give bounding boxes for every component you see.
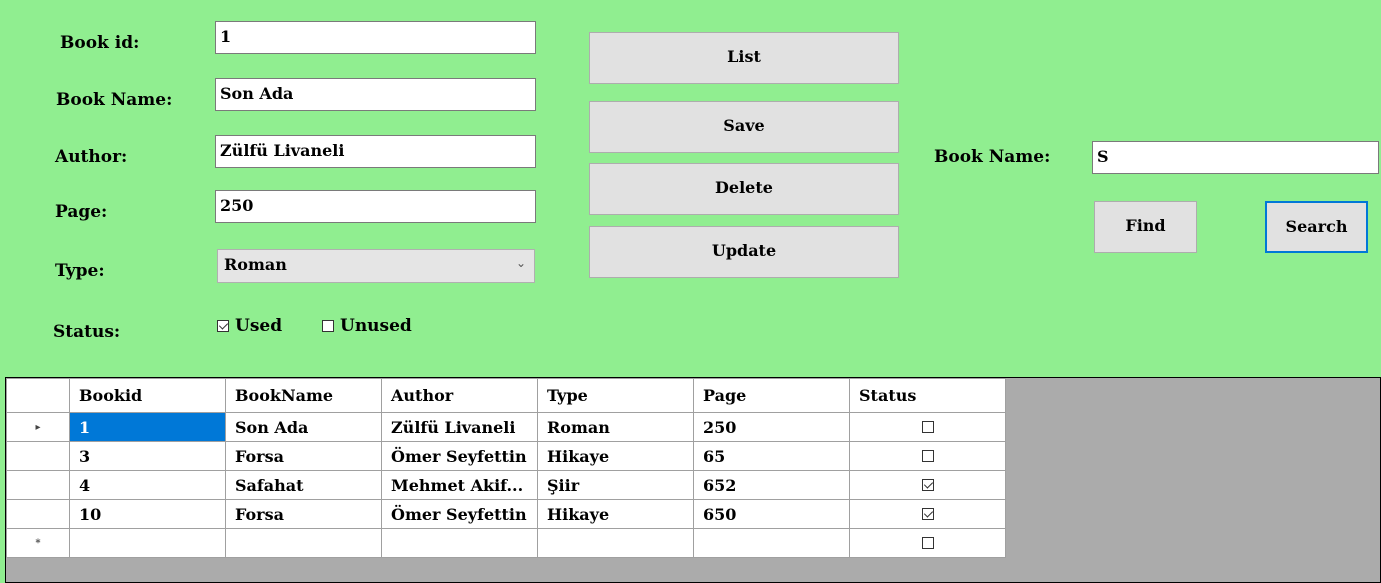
used-checkbox[interactable]: Used [217, 316, 282, 336]
page-label: Page: [55, 202, 108, 222]
cell-type[interactable]: Hikaye [537, 441, 694, 471]
cell-page[interactable]: 650 [693, 499, 850, 529]
cell-page[interactable]: 250 [693, 412, 850, 442]
cell-type[interactable]: Hikaye [537, 499, 694, 529]
new-row-indicator-icon[interactable]: * [6, 528, 70, 558]
cell-author[interactable]: Zülfü Livaneli [381, 412, 538, 442]
status-checkbox[interactable] [921, 449, 934, 462]
cell-bookname[interactable] [225, 528, 382, 558]
cell-type[interactable] [537, 528, 694, 558]
books-table: Bookid BookName Author Type Page Status … [6, 378, 1006, 558]
table-row[interactable]: 10 Forsa Ömer Seyfettin Hikaye 650 [6, 499, 1006, 529]
unused-checkbox-label: Unused [340, 316, 412, 336]
unused-check-icon [322, 320, 334, 332]
status-label: Status: [53, 322, 121, 342]
cell-status[interactable] [849, 441, 1006, 471]
cell-bookid[interactable]: 4 [69, 470, 226, 500]
delete-button-label: Delete [715, 178, 773, 197]
search-button-label: Search [1285, 217, 1348, 236]
current-row-indicator-icon[interactable]: ▸ [6, 412, 70, 442]
book-id-label: Book id: [60, 33, 140, 53]
cell-type[interactable]: Şiir [537, 470, 694, 500]
cell-status[interactable] [849, 470, 1006, 500]
status-checkbox[interactable] [921, 507, 934, 520]
cell-status[interactable] [849, 528, 1006, 558]
cell-bookname[interactable]: Forsa [225, 499, 382, 529]
cell-bookid[interactable]: 10 [69, 499, 226, 529]
find-button-label: Find [1125, 216, 1166, 235]
unused-checkbox[interactable]: Unused [322, 316, 412, 336]
author-field[interactable]: Zülfü Livaneli [215, 135, 536, 168]
type-select-value: Roman [224, 255, 287, 274]
chevron-down-icon: ⌄ [515, 256, 526, 270]
table-row[interactable]: 4 Safahat Mehmet Akif... Şiir 652 [6, 470, 1006, 500]
book-id-field[interactable]: 1 [215, 21, 536, 54]
list-button[interactable]: List [589, 32, 899, 84]
column-header-page[interactable]: Page [693, 378, 850, 413]
cell-author[interactable]: Ömer Seyfettin [381, 441, 538, 471]
cell-bookid[interactable] [69, 528, 226, 558]
cell-bookid[interactable]: 1 [69, 412, 226, 442]
books-grid[interactable]: Bookid BookName Author Type Page Status … [5, 377, 1381, 583]
column-header-bookname[interactable]: BookName [225, 378, 382, 413]
column-header-bookid[interactable]: Bookid [69, 378, 226, 413]
status-checkbox[interactable] [921, 478, 934, 491]
used-checkbox-label: Used [235, 316, 283, 336]
cell-author[interactable]: Ömer Seyfettin [381, 499, 538, 529]
table-row[interactable]: 3 Forsa Ömer Seyfettin Hikaye 65 [6, 441, 1006, 471]
used-check-icon [217, 320, 229, 332]
cell-status[interactable] [849, 412, 1006, 442]
author-label: Author: [55, 147, 128, 167]
row-header[interactable] [6, 441, 70, 471]
cell-status[interactable] [849, 499, 1006, 529]
cell-page[interactable]: 652 [693, 470, 850, 500]
book-name-label: Book Name: [56, 90, 173, 110]
cell-bookname[interactable]: Son Ada [225, 412, 382, 442]
update-button-label: Update [711, 241, 777, 260]
search-input[interactable]: S [1092, 141, 1379, 174]
column-header-type[interactable]: Type [537, 378, 694, 413]
save-button-label: Save [723, 116, 765, 135]
page-field[interactable]: 250 [215, 190, 536, 223]
type-label: Type: [55, 261, 105, 281]
table-row[interactable]: ▸ 1 Son Ada Zülfü Livaneli Roman 250 [6, 412, 1006, 442]
status-checkbox[interactable] [921, 420, 934, 433]
row-header-corner[interactable] [6, 378, 70, 413]
row-header[interactable] [6, 470, 70, 500]
column-header-status[interactable]: Status [849, 378, 1006, 413]
list-button-label: List [727, 47, 761, 66]
update-button[interactable]: Update [589, 226, 899, 278]
new-row[interactable]: * [6, 528, 1006, 558]
cell-bookname[interactable]: Forsa [225, 441, 382, 471]
header-row: Bookid BookName Author Type Page Status [6, 378, 1006, 413]
row-header[interactable] [6, 499, 70, 529]
delete-button[interactable]: Delete [589, 163, 899, 215]
book-name-field[interactable]: Son Ada [215, 78, 536, 111]
save-button[interactable]: Save [589, 101, 899, 153]
cell-bookid[interactable]: 3 [69, 441, 226, 471]
search-book-name-label: Book Name: [934, 147, 1051, 167]
cell-author[interactable] [381, 528, 538, 558]
cell-type[interactable]: Roman [537, 412, 694, 442]
cell-page[interactable]: 65 [693, 441, 850, 471]
cell-author[interactable]: Mehmet Akif... [381, 470, 538, 500]
type-select[interactable]: Roman ⌄ [217, 249, 535, 283]
find-button[interactable]: Find [1094, 201, 1197, 253]
search-button[interactable]: Search [1265, 201, 1368, 253]
cell-bookname[interactable]: Safahat [225, 470, 382, 500]
cell-page[interactable] [693, 528, 850, 558]
column-header-author[interactable]: Author [381, 378, 538, 413]
status-checkbox[interactable] [921, 536, 934, 549]
